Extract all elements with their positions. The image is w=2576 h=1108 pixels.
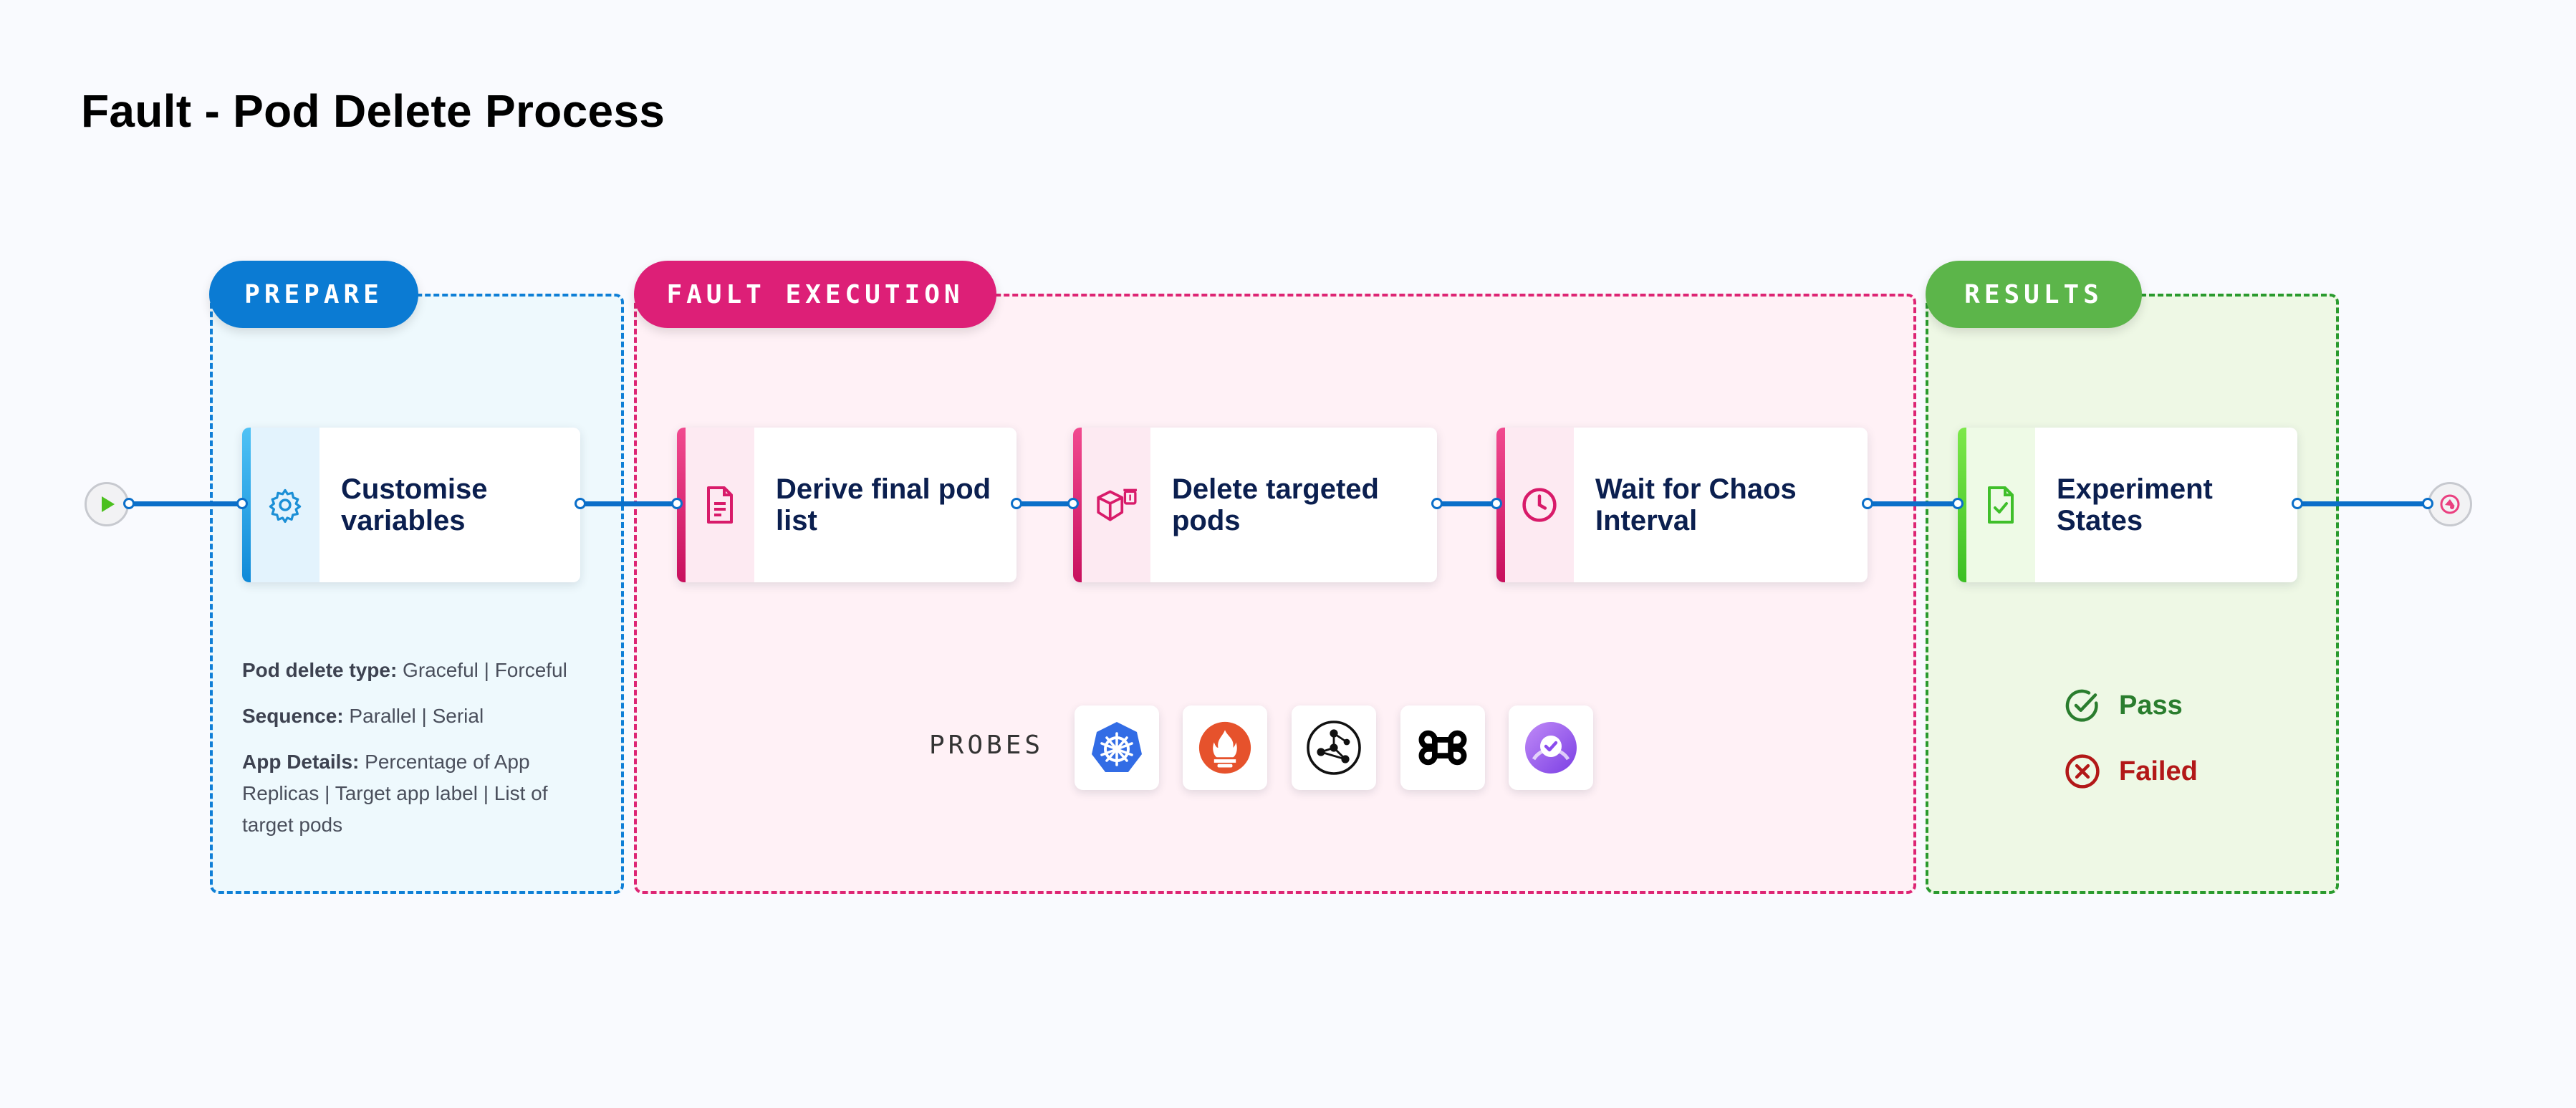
detail-key: App Details:	[242, 751, 360, 773]
connector-line	[1437, 501, 1496, 506]
step-label: Customise variables	[341, 473, 488, 536]
start-node[interactable]	[85, 482, 129, 526]
detail-pod-delete-type: Pod delete type: Graceful | Forceful	[242, 655, 600, 686]
result-pass: Pass	[2063, 686, 2183, 725]
chaos-end-icon	[2440, 494, 2460, 514]
fault-execution-section	[634, 294, 1916, 894]
result-failed: Failed	[2063, 752, 2198, 791]
step-derive-pod-list[interactable]: Derive final pod list	[677, 428, 1017, 582]
step-wait-chaos-interval[interactable]: Wait for Chaos Interval	[1496, 428, 1868, 582]
connector-dot	[123, 498, 135, 509]
probe-prometheus[interactable]	[1183, 705, 1267, 790]
connector-dot	[1862, 498, 1873, 509]
connector-dot	[1431, 498, 1443, 509]
detail-value: Graceful | Forceful	[397, 659, 567, 681]
probes-label: PROBES	[929, 731, 1044, 760]
x-circle-icon	[2065, 754, 2100, 789]
connector-dot	[236, 498, 248, 509]
network-graph-icon	[1307, 721, 1361, 775]
file-check-icon	[1988, 486, 2014, 524]
step-label: Experiment States	[2057, 473, 2213, 536]
step-label: Wait for Chaos Interval	[1595, 473, 1797, 536]
connector-dot	[2292, 498, 2303, 509]
results-badge: RESULTS	[1926, 261, 2142, 328]
prepare-badge: PREPARE	[209, 261, 418, 328]
connector-dot	[2422, 498, 2433, 509]
gear-icon	[269, 488, 302, 524]
connector-dot	[1011, 498, 1022, 509]
prometheus-icon	[1198, 721, 1251, 774]
probe-chaos-check[interactable]	[1509, 705, 1593, 790]
connector-line	[129, 501, 242, 506]
result-label: Failed	[2119, 756, 2198, 786]
command-icon	[1418, 730, 1467, 766]
play-icon	[102, 496, 115, 512]
check-circle-icon	[2065, 689, 2098, 722]
fault-execution-badge: FAULT EXECUTION	[634, 261, 996, 328]
connector-line	[2297, 501, 2428, 506]
probe-network[interactable]	[1292, 705, 1376, 790]
connector-dot	[1952, 498, 1964, 509]
kubernetes-icon	[1092, 722, 1142, 772]
detail-key: Pod delete type:	[242, 659, 398, 681]
clock-icon	[1522, 488, 1557, 522]
step-delete-targeted-pods[interactable]: Delete targeted pods	[1073, 428, 1437, 582]
connector-dot	[1067, 498, 1079, 509]
connector-line	[1868, 501, 1958, 506]
step-experiment-states[interactable]: Experiment States	[1958, 428, 2297, 582]
detail-sequence: Sequence: Parallel | Serial	[242, 700, 600, 732]
connector-line	[1017, 501, 1073, 506]
cube-delete-icon	[1097, 488, 1137, 521]
step-label: Delete targeted pods	[1172, 473, 1379, 536]
probe-kubernetes[interactable]	[1075, 705, 1159, 790]
step-customise-variables[interactable]: Customise variables	[242, 428, 580, 582]
detail-app-details: App Details: Percentage of App Replicas …	[242, 746, 593, 841]
result-label: Pass	[2119, 690, 2183, 721]
detail-value: Parallel | Serial	[343, 705, 484, 727]
step-label: Derive final pod list	[776, 473, 991, 536]
connector-dot	[1491, 498, 1502, 509]
chaos-check-icon	[1525, 722, 1577, 774]
connector-dot	[575, 498, 586, 509]
detail-key: Sequence:	[242, 705, 344, 727]
page-title: Fault - Pod Delete Process	[81, 85, 665, 137]
results-section	[1926, 294, 2339, 894]
connector-line	[580, 501, 677, 506]
end-node[interactable]	[2428, 482, 2472, 526]
probe-command[interactable]	[1400, 705, 1485, 790]
connector-dot	[671, 498, 683, 509]
document-icon	[707, 486, 733, 524]
